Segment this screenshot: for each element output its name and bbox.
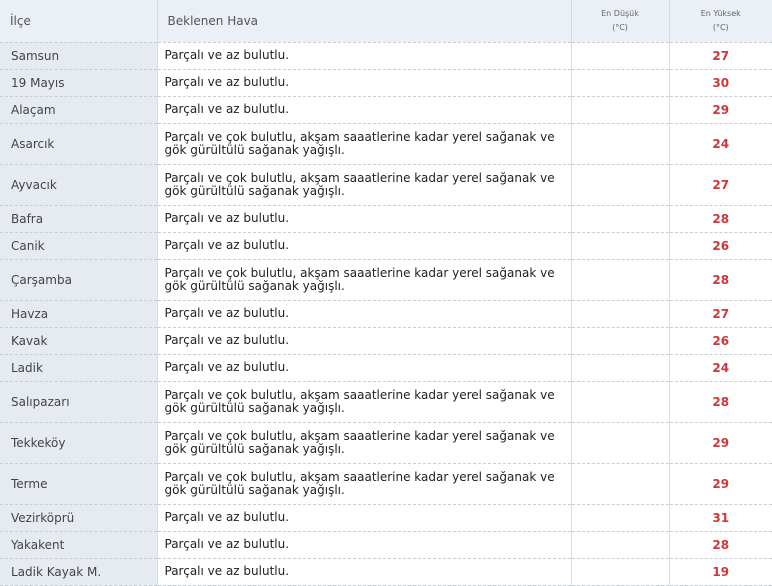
table-header-row: İlçe Beklenen Hava En Düşük (°C) En Yüks…	[0, 0, 772, 42]
high-temp-cell: 28	[669, 381, 772, 422]
table-row: Samsun Parçalı ve az bulutlu. 27	[0, 42, 772, 69]
district-cell: Ladik Kayak M.	[0, 558, 157, 585]
weather-cell: Parçalı ve az bulutlu.	[157, 558, 571, 585]
weather-cell: Parçalı ve az bulutlu.	[157, 205, 571, 232]
district-cell: Kavak	[0, 327, 157, 354]
table-row: Ayvacık Parçalı ve çok bulutlu, akşam sa…	[0, 164, 772, 205]
weather-column-header: Beklenen Hava	[157, 0, 571, 42]
table-row: Tekkeköy Parçalı ve çok bulutlu, akşam s…	[0, 422, 772, 463]
table-row: Bafra Parçalı ve az bulutlu. 28	[0, 205, 772, 232]
weather-cell: Parçalı ve az bulutlu.	[157, 42, 571, 69]
district-cell: Havza	[0, 300, 157, 327]
low-temp-cell	[571, 123, 669, 164]
high-temp-cell: 26	[669, 327, 772, 354]
low-temp-cell	[571, 531, 669, 558]
weather-cell: Parçalı ve az bulutlu.	[157, 504, 571, 531]
table-row: 19 Mayıs Parçalı ve az bulutlu. 30	[0, 69, 772, 96]
table-row: Havza Parçalı ve az bulutlu. 27	[0, 300, 772, 327]
table-row: Alaçam Parçalı ve az bulutlu. 29	[0, 96, 772, 123]
high-temp-cell: 31	[669, 504, 772, 531]
high-temp-cell: 28	[669, 205, 772, 232]
low-temp-cell	[571, 558, 669, 585]
district-cell: Samsun	[0, 42, 157, 69]
weather-cell: Parçalı ve az bulutlu.	[157, 232, 571, 259]
high-temp-cell: 29	[669, 463, 772, 504]
district-cell: Terme	[0, 463, 157, 504]
low-temp-header-unit: (°C)	[572, 21, 669, 35]
table-row: Çarşamba Parçalı ve çok bulutlu, akşam s…	[0, 259, 772, 300]
high-temp-cell: 30	[669, 69, 772, 96]
high-temp-cell: 29	[669, 96, 772, 123]
low-temp-column-header: En Düşük (°C)	[571, 0, 669, 42]
table-row: Ladik Parçalı ve az bulutlu. 24	[0, 354, 772, 381]
high-temp-cell: 19	[669, 558, 772, 585]
weather-cell: Parçalı ve çok bulutlu, akşam saaatlerin…	[157, 123, 571, 164]
low-temp-cell	[571, 232, 669, 259]
district-cell: Alaçam	[0, 96, 157, 123]
district-cell: Bafra	[0, 205, 157, 232]
high-temp-cell: 27	[669, 42, 772, 69]
high-temp-cell: 24	[669, 354, 772, 381]
weather-cell: Parçalı ve az bulutlu.	[157, 69, 571, 96]
low-temp-cell	[571, 463, 669, 504]
low-temp-cell	[571, 259, 669, 300]
high-temp-column-header: En Yüksek (°C)	[669, 0, 772, 42]
district-cell: Ladik	[0, 354, 157, 381]
forecast-table: İlçe Beklenen Hava En Düşük (°C) En Yüks…	[0, 0, 772, 586]
table-row: Ladik Kayak M. Parçalı ve az bulutlu. 19	[0, 558, 772, 585]
high-temp-cell: 27	[669, 300, 772, 327]
weather-cell: Parçalı ve çok bulutlu, akşam saaatlerin…	[157, 463, 571, 504]
table-row: Yakakent Parçalı ve az bulutlu. 28	[0, 531, 772, 558]
weather-cell: Parçalı ve çok bulutlu, akşam saaatlerin…	[157, 164, 571, 205]
table-row: Canik Parçalı ve az bulutlu. 26	[0, 232, 772, 259]
weather-cell: Parçalı ve az bulutlu.	[157, 96, 571, 123]
low-temp-cell	[571, 300, 669, 327]
low-temp-header-label: En Düşük	[572, 7, 669, 21]
high-temp-header-unit: (°C)	[670, 21, 772, 35]
low-temp-cell	[571, 422, 669, 463]
table-row: Terme Parçalı ve çok bulutlu, akşam saaa…	[0, 463, 772, 504]
high-temp-cell: 26	[669, 232, 772, 259]
district-cell: 19 Mayıs	[0, 69, 157, 96]
district-column-header: İlçe	[0, 0, 157, 42]
district-cell: Salıpazarı	[0, 381, 157, 422]
high-temp-cell: 27	[669, 164, 772, 205]
low-temp-cell	[571, 69, 669, 96]
district-cell: Canik	[0, 232, 157, 259]
low-temp-cell	[571, 42, 669, 69]
high-temp-cell: 29	[669, 422, 772, 463]
high-temp-cell: 28	[669, 531, 772, 558]
weather-cell: Parçalı ve az bulutlu.	[157, 531, 571, 558]
weather-cell: Parçalı ve az bulutlu.	[157, 354, 571, 381]
high-temp-cell: 28	[669, 259, 772, 300]
weather-cell: Parçalı ve az bulutlu.	[157, 327, 571, 354]
table-row: Kavak Parçalı ve az bulutlu. 26	[0, 327, 772, 354]
weather-cell: Parçalı ve çok bulutlu, akşam saaatlerin…	[157, 259, 571, 300]
high-temp-cell: 24	[669, 123, 772, 164]
table-row: Vezirköprü Parçalı ve az bulutlu. 31	[0, 504, 772, 531]
low-temp-cell	[571, 504, 669, 531]
district-cell: Çarşamba	[0, 259, 157, 300]
low-temp-cell	[571, 381, 669, 422]
low-temp-cell	[571, 354, 669, 381]
table-row: Asarcık Parçalı ve çok bulutlu, akşam sa…	[0, 123, 772, 164]
low-temp-cell	[571, 96, 669, 123]
weather-cell: Parçalı ve çok bulutlu, akşam saaatlerin…	[157, 422, 571, 463]
district-cell: Yakakent	[0, 531, 157, 558]
low-temp-cell	[571, 327, 669, 354]
weather-cell: Parçalı ve az bulutlu.	[157, 300, 571, 327]
district-cell: Asarcık	[0, 123, 157, 164]
district-cell: Ayvacık	[0, 164, 157, 205]
high-temp-header-label: En Yüksek	[670, 7, 772, 21]
low-temp-cell	[571, 164, 669, 205]
weather-cell: Parçalı ve çok bulutlu, akşam saaatlerin…	[157, 381, 571, 422]
low-temp-cell	[571, 205, 669, 232]
forecast-table-container: İlçe Beklenen Hava En Düşük (°C) En Yüks…	[0, 0, 772, 582]
district-cell: Vezirköprü	[0, 504, 157, 531]
district-cell: Tekkeköy	[0, 422, 157, 463]
table-row: Salıpazarı Parçalı ve çok bulutlu, akşam…	[0, 381, 772, 422]
